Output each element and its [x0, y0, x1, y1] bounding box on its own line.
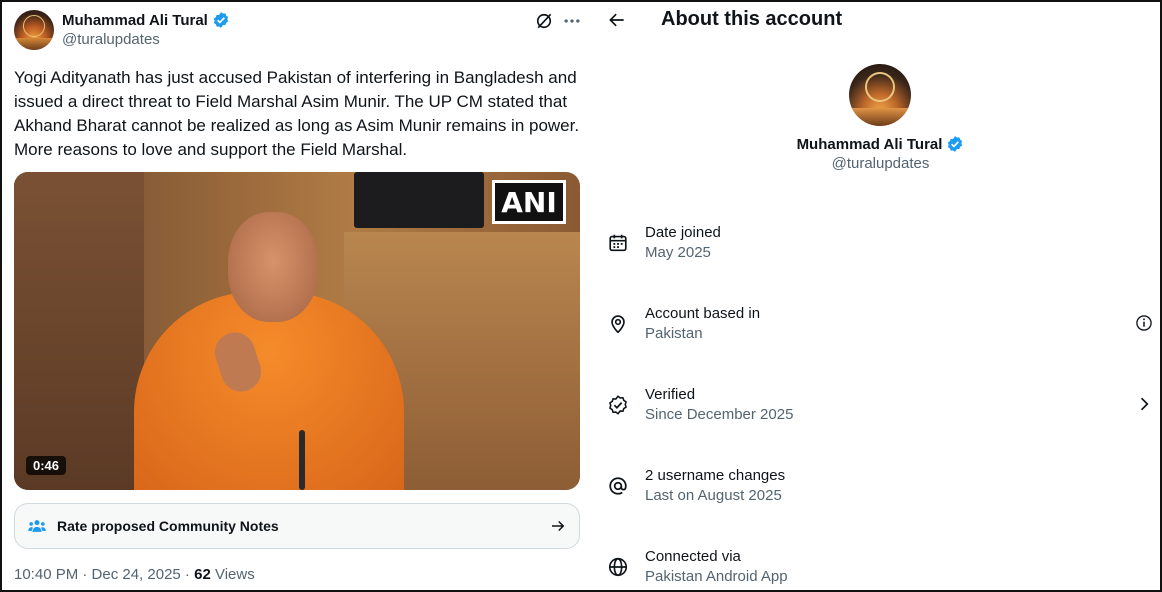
back-arrow-icon[interactable] [607, 10, 627, 30]
verified-badge-icon [213, 12, 228, 28]
tweet-meta: 10:40 PM · Dec 24, 2025 · 62 Views [14, 566, 255, 583]
profile-name-row: Muhammad Ali Tural [597, 135, 1160, 153]
author-handle[interactable]: @turalupdates [62, 31, 160, 48]
account-based-in-row: Account based in Pakistan [607, 305, 1160, 349]
at-icon [609, 477, 627, 495]
row-label: 2 username changes [645, 467, 786, 484]
grok-icon[interactable] [534, 11, 554, 31]
tweet-timestamp[interactable]: 10:40 PM · Dec 24, 2025 · [14, 566, 194, 583]
globe-icon [608, 557, 628, 577]
row-label: Account based in [645, 305, 761, 322]
info-icon[interactable] [1134, 313, 1154, 333]
verified-outline-icon [609, 395, 627, 415]
row-value: Since December 2025 [645, 406, 794, 423]
row-label: Verified [645, 386, 696, 403]
page-title: About this account [661, 8, 843, 30]
views-label: Views [210, 566, 255, 583]
community-notes-label: Rate proposed Community Notes [57, 518, 279, 534]
row-value: Last on August 2025 [645, 487, 782, 504]
date-joined-row: Date joined May 2025 [607, 224, 1160, 268]
more-options-icon[interactable] [562, 11, 582, 31]
author-name[interactable]: Muhammad Ali Tural [62, 12, 208, 29]
verified-row[interactable]: Verified Since December 2025 [607, 386, 1160, 430]
tweet-panel: Muhammad Ali Tural @turalupdates Yogi Ad… [2, 2, 597, 590]
author-name-row[interactable]: Muhammad Ali Tural [62, 11, 230, 29]
chevron-right-icon[interactable] [1134, 394, 1154, 414]
profile-avatar[interactable] [849, 64, 911, 126]
profile-handle: @turalupdates [831, 155, 930, 172]
views-count: 62 [194, 566, 211, 583]
row-value: Pakistan Android App [645, 568, 788, 585]
row-label: Connected via [645, 548, 741, 565]
row-value: May 2025 [645, 244, 711, 261]
username-changes-row: 2 username changes Last on August 2025 [607, 467, 1160, 511]
rate-community-notes-button[interactable]: Rate proposed Community Notes [14, 503, 580, 549]
verified-badge-icon [948, 136, 963, 152]
location-icon [611, 315, 625, 334]
screenshot-frame: Muhammad Ali Tural @turalupdates Yogi Ad… [0, 0, 1162, 592]
tweet-video[interactable]: ANI 0:46 [14, 172, 580, 490]
profile-name: Muhammad Ali Tural [796, 135, 943, 153]
community-people-icon [28, 520, 46, 532]
tweet-text: Yogi Adityanath has just accused Pakista… [14, 68, 580, 159]
video-watermark: ANI [492, 180, 566, 224]
arrow-right-icon [552, 520, 565, 532]
row-label: Date joined [645, 224, 721, 241]
about-account-panel: About this account Muhammad Ali Tural @t… [597, 2, 1160, 590]
connected-via-row: Connected via Pakistan Android App [607, 548, 1160, 590]
video-duration-badge: 0:46 [26, 456, 67, 475]
author-avatar[interactable] [14, 10, 54, 50]
video-background [14, 172, 144, 490]
calendar-icon [609, 234, 627, 252]
row-value: Pakistan [645, 325, 703, 342]
